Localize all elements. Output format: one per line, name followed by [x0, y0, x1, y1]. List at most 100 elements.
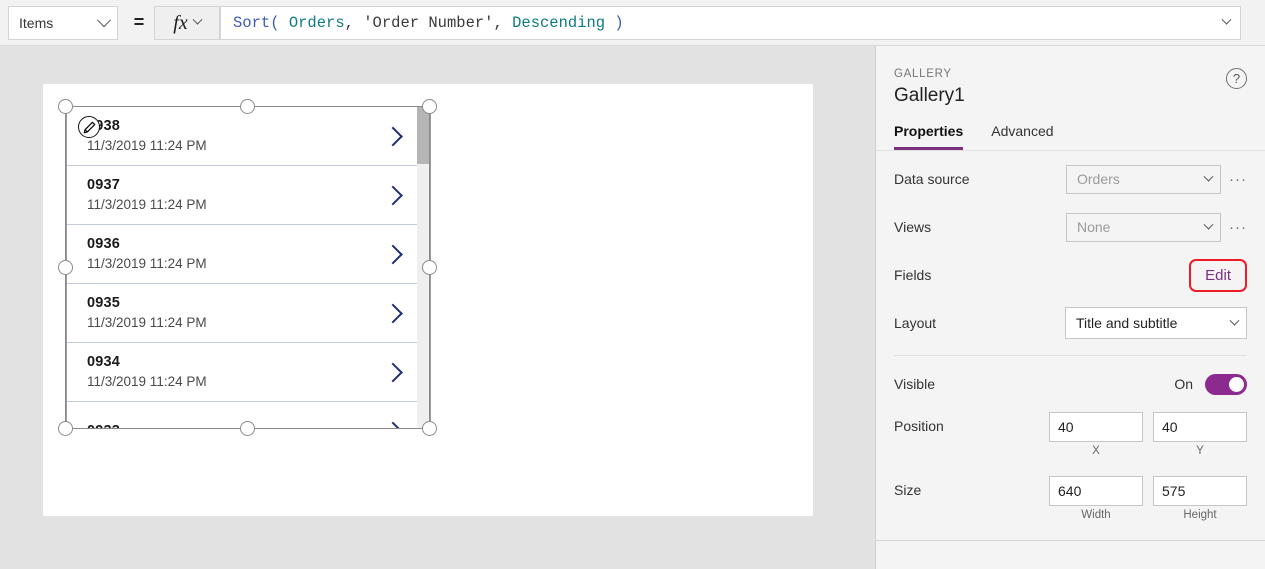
formula-token-string: 'Order Number': [363, 13, 494, 32]
visible-state-label: On: [1174, 376, 1193, 392]
help-icon[interactable]: ?: [1226, 68, 1247, 89]
gallery-item[interactable]: 0938 11/3/2019 11:24 PM: [67, 107, 417, 166]
chevron-right-icon[interactable]: [386, 128, 403, 145]
size-label: Size: [894, 482, 922, 498]
pencil-edit-icon[interactable]: [78, 116, 100, 138]
gallery-item-title: 0934: [87, 354, 121, 370]
size-height-input[interactable]: 575: [1153, 476, 1247, 506]
chevron-down-icon: [192, 14, 203, 25]
property-select[interactable]: Items: [8, 5, 118, 40]
gallery-item-subtitle: 11/3/2019 11:24 PM: [87, 374, 207, 389]
row-data-source: Data source Orders ···: [894, 159, 1247, 199]
chevron-right-icon[interactable]: [386, 423, 403, 429]
formula-toolbar: Items = fx Sort( Orders, 'Order Number',…: [0, 0, 1265, 46]
formula-token-close-paren: ): [605, 13, 624, 32]
formula-token-function: Sort: [233, 13, 271, 32]
gallery-item-title: 0938: [87, 118, 121, 134]
gallery-item-subtitle: 11/3/2019 11:24 PM: [87, 315, 207, 330]
gallery-item-text: 0937 11/3/2019 11:24 PM: [87, 176, 207, 214]
gallery-item-title: 0935: [87, 295, 121, 311]
row-position: Position 40 X 40 Y: [894, 412, 1247, 468]
page-title: Gallery1: [894, 85, 965, 106]
gallery-item-text: 0934 11/3/2019 11:24 PM: [87, 353, 207, 391]
tab-advanced[interactable]: Advanced: [991, 123, 1053, 150]
chevron-right-icon[interactable]: [386, 246, 403, 263]
property-select-value: Items: [19, 14, 54, 31]
size-height-caption: Height: [1183, 509, 1217, 521]
row-size: Size 640 Width 575 Height: [894, 476, 1247, 532]
resize-handle-middle-right[interactable]: [422, 259, 437, 275]
formula-text: Sort( Orders, 'Order Number', Descending…: [233, 14, 624, 32]
views-label: Views: [894, 219, 932, 235]
layout-label: Layout: [894, 315, 937, 331]
position-x-input[interactable]: 40: [1049, 412, 1143, 442]
gallery-item[interactable]: 0935 11/3/2019 11:24 PM: [67, 284, 417, 343]
data-source-more-button[interactable]: ···: [1229, 171, 1247, 188]
canvas-area: 0938 11/3/2019 11:24 PM 0937 11/3/2019 11:2…: [0, 46, 875, 569]
gallery-item-text: 0938 11/3/2019 11:24 PM: [87, 117, 207, 155]
position-y-input[interactable]: 40: [1153, 412, 1247, 442]
toggle-knob: [1229, 376, 1244, 392]
gallery-item[interactable]: 0934 11/3/2019 11:24 PM: [67, 343, 417, 402]
gallery-item-text: 0933: [87, 422, 120, 429]
position-x-caption: X: [1092, 445, 1100, 457]
gallery-item-subtitle: 11/3/2019 11:24 PM: [87, 138, 207, 153]
resize-handle-top-right[interactable]: [422, 99, 437, 114]
gallery-item[interactable]: 0936 11/3/2019 11:24 PM: [67, 225, 417, 284]
views-select[interactable]: None: [1066, 212, 1221, 242]
data-source-value: Orders: [1077, 171, 1120, 187]
gallery-item-subtitle: 11/3/2019 11:24 PM: [87, 197, 207, 212]
formula-token-comma: ,: [344, 13, 364, 32]
chevron-down-icon: [96, 12, 112, 27]
data-source-select[interactable]: Orders: [1066, 164, 1221, 194]
resize-handle-middle-left[interactable]: [58, 259, 73, 275]
fx-icon: fx: [173, 11, 188, 34]
resize-handle-top-left[interactable]: [58, 99, 73, 114]
chevron-down-icon: [1203, 171, 1214, 182]
formula-token-comma: ,: [493, 13, 513, 32]
position-label: Position: [894, 418, 944, 434]
gallery-scrollbar-thumb[interactable]: [417, 107, 430, 164]
data-source-label: Data source: [894, 171, 970, 187]
gallery-item-subtitle: 11/3/2019 11:24 PM: [87, 256, 207, 271]
views-more-button[interactable]: ···: [1229, 219, 1247, 236]
fields-edit-button[interactable]: Edit: [1189, 258, 1247, 292]
size-width-input[interactable]: 640: [1049, 476, 1143, 506]
formula-token-open-paren: (: [270, 13, 289, 32]
fields-label: Fields: [894, 267, 932, 283]
gallery-item-title: 0936: [87, 236, 121, 252]
chevron-down-icon: [1229, 315, 1240, 326]
position-y-caption: Y: [1196, 445, 1204, 457]
fx-button[interactable]: fx: [154, 5, 220, 40]
app-screen[interactable]: 0938 11/3/2019 11:24 PM 0937 11/3/2019 11:2…: [43, 84, 813, 516]
visible-label: Visible: [894, 376, 935, 392]
layout-select[interactable]: Title and subtitle: [1065, 307, 1247, 339]
views-value: None: [1077, 219, 1111, 235]
properties-panel: GALLERY Gallery1 ? Properties Advanced D…: [875, 46, 1265, 569]
chevron-right-icon[interactable]: [386, 305, 403, 322]
resize-handle-bottom-center[interactable]: [239, 421, 255, 436]
property-rows: Data source Orders ··· Views None ··· Fi…: [876, 159, 1265, 532]
gallery-item-title: 0933: [87, 422, 120, 429]
chevron-down-icon: [1203, 219, 1214, 230]
panel-divider: [894, 355, 1247, 356]
size-width-caption: Width: [1081, 509, 1111, 521]
tab-properties[interactable]: Properties: [894, 123, 964, 150]
row-layout: Layout Title and subtitle: [894, 303, 1247, 343]
gallery-item-list: 0938 11/3/2019 11:24 PM 0937 11/3/2019 11:2…: [67, 107, 417, 429]
resize-handle-bottom-right[interactable]: [422, 421, 437, 436]
gallery-item[interactable]: 0937 11/3/2019 11:24 PM: [67, 166, 417, 225]
panel-bottom-divider: [876, 540, 1265, 541]
resize-handle-bottom-left[interactable]: [58, 421, 73, 436]
gallery-control[interactable]: 0938 11/3/2019 11:24 PM 0937 11/3/2019 11:2…: [66, 106, 431, 429]
panel-kicker: GALLERY: [894, 68, 952, 80]
chevron-right-icon[interactable]: [386, 187, 403, 204]
formula-input[interactable]: Sort( Orders, 'Order Number', Descending…: [220, 5, 1241, 40]
formula-expand-chevron-icon[interactable]: [1221, 14, 1232, 25]
row-views: Views None ···: [894, 207, 1247, 247]
visible-toggle[interactable]: [1205, 373, 1247, 395]
chevron-right-icon[interactable]: [386, 364, 403, 381]
resize-handle-top-center[interactable]: [239, 99, 255, 114]
row-fields: Fields Edit: [894, 255, 1247, 295]
gallery-item-text: 0936 11/3/2019 11:24 PM: [87, 235, 207, 273]
